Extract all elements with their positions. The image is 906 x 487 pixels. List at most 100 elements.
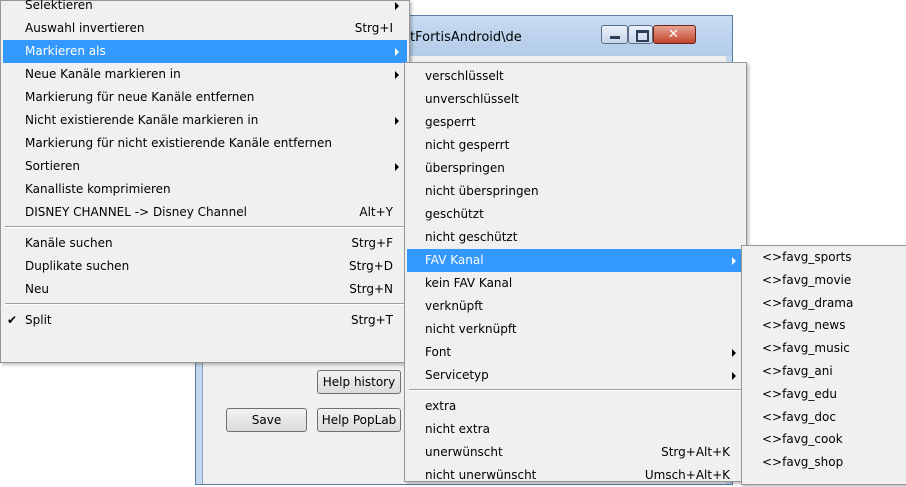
fav-menu-item[interactable]: <>favg_edu [744,383,906,406]
main-menu-item[interactable]: Kanäle suchen Strg+F [3,232,407,255]
markieren-menu-item[interactable]: gesperrt [407,111,744,134]
main-menu-item[interactable]: Markierung für neue Kanäle entfernen [3,86,407,109]
menu-item-label: Kanalliste komprimieren [25,182,171,196]
help-history-button[interactable]: Help history [317,370,401,394]
menu-separator [5,226,405,228]
markieren-menu-item[interactable]: nicht unerwünscht Umsch+Alt+K [407,464,744,487]
markieren-menu-item[interactable]: überspringen [407,157,744,180]
menu-item-shortcut: Umsch+Alt+K [644,468,730,482]
menu-item-label: <>favg_edu [762,386,838,401]
submenu-arrow-icon [395,163,399,171]
menu-item-label: überspringen [425,161,505,175]
markieren-menu-item[interactable]: nicht gesperrt [407,134,744,157]
menu-item-label: nicht verknüpft [425,322,517,336]
menu-item-label: nicht geschützt [425,230,518,244]
close-button[interactable]: ✕ [653,25,696,44]
menu-item-shortcut: Strg+I [354,21,393,35]
main-menu-item[interactable]: Neu Strg+N [3,278,407,301]
menu-item-label: kein FAV Kanal [425,276,513,290]
menu-item-label: <>favg_cook [762,432,843,447]
menu-item-label: Nicht existierende Kanäle markieren in [25,113,259,127]
menu-item-label: Servicetyp [425,368,489,382]
markieren-menu-item[interactable]: Servicetyp [407,364,744,387]
main-menu-item[interactable]: Markieren als [3,40,407,63]
markieren-menu-item[interactable]: geschützt [407,203,744,226]
main-menu-item[interactable]: Selektieren [3,0,407,17]
submenu-arrow-icon [732,349,736,357]
window-title: tFortisAndroid\de [410,30,522,45]
fav-menu-item[interactable]: <>favg_music [744,337,906,360]
fav-menu-item[interactable]: <>favg_doc [744,406,906,429]
checkmark-icon: ✔ [7,313,18,327]
menu-item-label: <>favg_ani [762,364,833,378]
close-icon: ✕ [668,27,679,42]
markieren-menu-item[interactable]: FAV Kanal [407,249,744,272]
menu-item-label: gesperrt [425,115,476,129]
menu-item-label: unerwünscht [425,445,503,459]
main-menu-item[interactable]: Neue Kanäle markieren in [3,63,407,86]
submenu-arrow-icon [395,2,399,10]
main-menu-item[interactable]: Auswahl invertieren Strg+I [3,17,407,40]
menu-separator [409,389,742,391]
markieren-menu-item[interactable]: nicht geschützt [407,226,744,249]
menu-item-label: DISNEY CHANNEL -> Disney Channel [25,205,247,219]
menu-item-label: nicht überspringen [425,184,539,198]
submenu-fav-kanal: <>favg_sports <>favg_movie <>favg_drama <>f… [741,245,906,485]
menu-item-label: nicht unerwünscht [425,468,537,482]
fav-menu-item[interactable]: <>favg_drama [744,292,906,315]
submenu-markieren-als: verschlüsselt unverschlüsselt gesperrt nich… [404,62,747,482]
markieren-menu-item[interactable]: nicht verknüpft [407,318,744,341]
main-menu-item[interactable]: Nicht existierende Kanäle markieren in [3,109,407,132]
main-menu-item[interactable]: ✔ Split Strg+T [3,309,407,332]
menu-item-label: Markierung für nicht existierende Kanäle… [25,136,332,150]
markieren-menu-item[interactable]: verschlüsselt [407,65,744,88]
menu-item-label: <>favg_music [762,341,850,356]
markieren-menu-item[interactable]: extra [407,395,744,418]
markieren-menu-item[interactable]: nicht extra [407,418,744,441]
submenu-arrow-icon [395,117,399,125]
fav-menu-item[interactable]: <>favg_shop [744,451,906,474]
submenu-arrow-icon [395,71,399,79]
main-menu-item[interactable]: Sortieren [3,155,407,178]
menu-item-label: Neu [25,282,49,296]
markieren-menu-item[interactable]: verknüpft [407,295,744,318]
menu-item-shortcut: Strg+N [349,282,393,296]
fav-menu-item[interactable]: <>favg_movie [744,269,906,292]
fav-menu-item[interactable]: <>favg_sports [744,246,906,269]
save-button[interactable]: Save [226,408,307,432]
menu-item-label: Sortieren [25,159,80,173]
menu-item-label: <>favg_shop [762,455,844,470]
maximize-button[interactable] [628,25,653,44]
markieren-menu-item[interactable]: unerwünscht Strg+Alt+K [407,441,744,464]
fav-menu-item[interactable]: <>favg_news [744,314,906,337]
menu-item-label: <>favg_sports [762,250,852,264]
markieren-menu-item[interactable]: nicht überspringen [407,180,744,203]
menu-item-label: Auswahl invertieren [25,21,145,35]
markieren-menu-item[interactable]: unverschlüsselt [407,88,744,111]
main-menu-item[interactable]: Markierung für nicht existierende Kanäle… [3,132,407,155]
menu-item-label: extra [425,399,457,413]
help-poplab-button[interactable]: Help PopLab [317,408,401,432]
submenu-arrow-icon [732,257,736,265]
menu-item-label: <>favg_drama [762,295,854,310]
menu-item-label: Markierung für neue Kanäle entfernen [25,90,255,104]
menu-item-label: Markieren als [25,44,106,58]
maximize-icon [636,30,649,42]
menu-item-label: verschlüsselt [425,69,504,83]
menu-item-label: Selektieren [25,0,93,12]
main-menu-item[interactable]: Duplikate suchen Strg+D [3,255,407,278]
menu-item-shortcut: Strg+T [350,313,393,327]
minimize-button[interactable] [601,25,628,44]
markieren-menu-item[interactable]: kein FAV Kanal [407,272,744,295]
markieren-menu-item[interactable]: Font [407,341,744,364]
menu-item-label: <>favg_doc [762,409,836,424]
menu-item-shortcut: Strg+Alt+K [661,445,730,459]
main-menu-item[interactable]: DISNEY CHANNEL -> Disney Channel Alt+Y [3,201,407,224]
menu-item-label: nicht gesperrt [425,138,510,152]
menu-item-label: Font [425,345,452,359]
main-menu-item[interactable]: Kanalliste komprimieren [3,178,407,201]
minimize-icon [610,36,620,39]
menu-item-label: nicht extra [425,422,490,436]
fav-menu-item[interactable]: <>favg_ani [744,360,906,383]
fav-menu-item[interactable]: <>favg_cook [744,428,906,451]
